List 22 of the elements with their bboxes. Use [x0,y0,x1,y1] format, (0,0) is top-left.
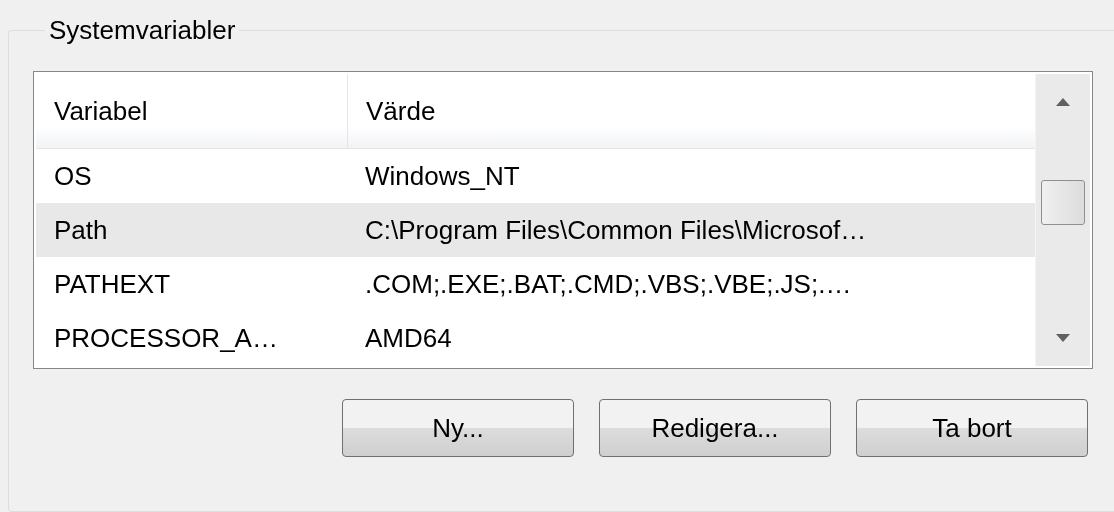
scroll-up-icon[interactable] [1056,98,1070,106]
table-row[interactable]: PATHEXT .COM;.EXE;.BAT;.CMD;.VBS;.VBE;.JS;.… [36,257,1035,311]
column-header[interactable]: Variabel [54,95,148,127]
scroll-down-icon[interactable] [1056,334,1070,342]
table-row[interactable]: OS Windows_NT [36,149,1035,203]
table-row[interactable]: PROCESSOR_A… AMD64 [36,311,1035,365]
dialog-button[interactable]: Redigera... [599,399,831,457]
dialog-button[interactable]: Ny... [342,399,574,457]
table-cell-text: PROCESSOR_A… [53,322,279,354]
table-cell-text: Path [53,214,109,246]
table-cell-text: .COM;.EXE;.BAT;.CMD;.VBS;.VBE;.JS;.… [364,268,852,300]
table-cell-text: Windows_NT [364,160,520,192]
scrollbar[interactable] [1035,74,1090,366]
column-header[interactable]: Värde [366,95,436,127]
table-cell-text: AMD64 [364,322,452,354]
table-row[interactable]: Path C:\Program Files\Common Files\Microsof… [36,203,1035,257]
scrollbar-thumb[interactable] [1041,180,1085,225]
table-cell-text: C:\Program Files\Common Files\Microsof… [364,214,867,246]
dialog-button[interactable]: Ta bort [856,399,1088,457]
table-cell-text: OS [53,160,93,192]
table-cell-text: PATHEXT [53,268,172,300]
group-title: Systemvariabler [48,15,237,45]
